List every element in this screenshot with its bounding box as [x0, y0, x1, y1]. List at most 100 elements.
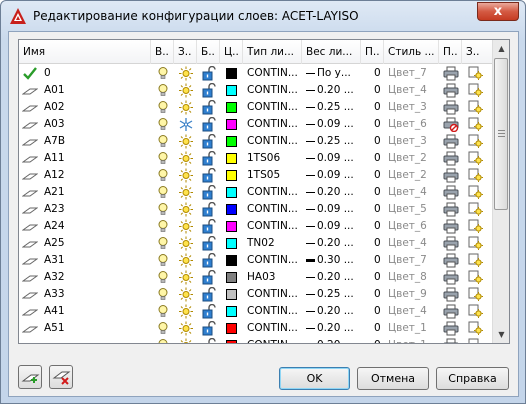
- sun-in-viewport-icon[interactable]: [468, 219, 484, 234]
- sun-in-viewport-icon[interactable]: [468, 168, 484, 183]
- printer-icon[interactable]: [443, 185, 459, 200]
- lineweight-value[interactable]: 0.20 ...: [317, 320, 354, 337]
- ok-button[interactable]: OK: [279, 367, 350, 390]
- layer-sheet-icon[interactable]: [22, 117, 38, 132]
- color-swatch[interactable]: [226, 68, 237, 79]
- transparency-value[interactable]: 0: [374, 133, 381, 150]
- printer-icon[interactable]: [443, 219, 459, 234]
- scroll-up-button[interactable]: ▲: [493, 40, 509, 57]
- transparency-value[interactable]: 0: [374, 218, 381, 235]
- column-header-color[interactable]: Ц..: [220, 40, 243, 64]
- layer-sheet-icon[interactable]: [22, 151, 38, 166]
- color-swatch[interactable]: [226, 119, 237, 130]
- sun-in-viewport-icon[interactable]: [468, 185, 484, 200]
- printer-icon[interactable]: [443, 270, 459, 285]
- column-header-lock[interactable]: Б..: [197, 40, 220, 64]
- lineweight-value[interactable]: 0.20 ...: [317, 269, 354, 286]
- layer-sheet-icon[interactable]: [22, 338, 38, 344]
- sun-icon[interactable]: [178, 304, 194, 319]
- lightbulb-icon[interactable]: [155, 185, 171, 200]
- column-header-freeze[interactable]: З..: [174, 40, 197, 64]
- transparency-value[interactable]: 0: [374, 269, 381, 286]
- printer-no-plot-icon[interactable]: [443, 117, 459, 132]
- column-header-name[interactable]: Имя: [19, 40, 151, 64]
- sun-in-viewport-icon[interactable]: [468, 117, 484, 132]
- color-swatch[interactable]: [226, 85, 237, 96]
- sun-in-viewport-icon[interactable]: [468, 304, 484, 319]
- lineweight-value[interactable]: 0.09 ...: [317, 167, 354, 184]
- layer-row[interactable]: A51 CONTIN... 0.20 ... 0 Цвет_1: [19, 320, 493, 337]
- lineweight-value[interactable]: 0.09 ...: [317, 150, 354, 167]
- printer-icon[interactable]: [443, 202, 459, 217]
- transparency-value[interactable]: 0: [374, 99, 381, 116]
- lightbulb-icon[interactable]: [155, 100, 171, 115]
- layer-row[interactable]: A25 TN02 0.20 ... 0 Цвет_4: [19, 235, 493, 252]
- open-padlock-icon[interactable]: [201, 83, 217, 98]
- sun-in-viewport-icon[interactable]: [468, 338, 484, 344]
- snowflake-icon[interactable]: [178, 117, 194, 132]
- lineweight-value[interactable]: 0.25 ...: [317, 286, 354, 303]
- lightbulb-icon[interactable]: [155, 66, 171, 81]
- sun-in-viewport-icon[interactable]: [468, 83, 484, 98]
- delete-layer-button[interactable]: [49, 365, 73, 389]
- transparency-value[interactable]: 0: [374, 150, 381, 167]
- printer-icon[interactable]: [443, 168, 459, 183]
- sun-icon[interactable]: [178, 338, 194, 344]
- open-padlock-icon[interactable]: [201, 304, 217, 319]
- color-swatch[interactable]: [226, 255, 237, 266]
- layer-sheet-icon[interactable]: [22, 236, 38, 251]
- scroll-thumb[interactable]: [494, 58, 508, 210]
- printer-icon[interactable]: [443, 338, 459, 344]
- linetype-value[interactable]: CONTIN...: [247, 286, 298, 303]
- transparency-value[interactable]: 0: [374, 201, 381, 218]
- lightbulb-icon[interactable]: [155, 219, 171, 234]
- layer-sheet-icon[interactable]: [22, 321, 38, 336]
- printer-icon[interactable]: [443, 304, 459, 319]
- layer-sheet-icon[interactable]: [22, 202, 38, 217]
- layer-row[interactable]: A24 CONTIN... 0.09 ... 0 Цвет_6: [19, 218, 493, 235]
- printer-icon[interactable]: [443, 83, 459, 98]
- sun-icon[interactable]: [178, 236, 194, 251]
- layer-sheet-icon[interactable]: [22, 100, 38, 115]
- lineweight-value[interactable]: 0.20 ...: [317, 235, 354, 252]
- layer-sheet-icon[interactable]: [22, 270, 38, 285]
- layer-sheet-icon[interactable]: [22, 83, 38, 98]
- printer-icon[interactable]: [443, 321, 459, 336]
- color-swatch[interactable]: [226, 170, 237, 181]
- lightbulb-icon[interactable]: [155, 83, 171, 98]
- linetype-value[interactable]: CONTIN...: [247, 201, 298, 218]
- printer-icon[interactable]: [443, 134, 459, 149]
- color-swatch[interactable]: [226, 238, 237, 249]
- color-swatch[interactable]: [226, 204, 237, 215]
- column-header-linetype[interactable]: Тип ли...: [243, 40, 302, 64]
- lineweight-value[interactable]: 0.20 ...: [317, 184, 354, 201]
- column-header-plotstyle[interactable]: Стиль ...: [384, 40, 439, 64]
- open-padlock-icon[interactable]: [201, 100, 217, 115]
- sun-icon[interactable]: [178, 202, 194, 217]
- lineweight-value[interactable]: 0.30 ...: [317, 252, 354, 269]
- layer-row[interactable]: A23 CONTIN... 0.09 ... 0 Цвет_5: [19, 201, 493, 218]
- scroll-down-button[interactable]: ▼: [493, 326, 509, 343]
- open-padlock-icon[interactable]: [201, 219, 217, 234]
- layer-sheet-icon[interactable]: [22, 134, 38, 149]
- layer-sheet-icon[interactable]: [22, 168, 38, 183]
- sun-icon[interactable]: [178, 66, 194, 81]
- printer-icon[interactable]: [443, 253, 459, 268]
- sun-in-viewport-icon[interactable]: [468, 236, 484, 251]
- layer-row[interactable]: CONTIN... 0.20 ... 0 Цвет_1: [19, 337, 493, 344]
- linetype-value[interactable]: CONTIN...: [247, 303, 298, 320]
- sun-in-viewport-icon[interactable]: [468, 253, 484, 268]
- lineweight-value[interactable]: 0.20 ...: [317, 303, 354, 320]
- linetype-value[interactable]: CONTIN...: [247, 116, 298, 133]
- help-button[interactable]: Справка: [436, 367, 509, 390]
- linetype-value[interactable]: HA03: [247, 269, 275, 286]
- layer-sheet-icon[interactable]: [22, 287, 38, 302]
- printer-icon[interactable]: [443, 151, 459, 166]
- open-padlock-icon[interactable]: [201, 117, 217, 132]
- open-padlock-icon[interactable]: [201, 338, 217, 344]
- transparency-value[interactable]: 0: [374, 303, 381, 320]
- transparency-value[interactable]: 0: [374, 252, 381, 269]
- layer-row[interactable]: A32 HA03 0.20 ... 0 Цвет_8: [19, 269, 493, 286]
- layer-row[interactable]: A33 CONTIN... 0.25 ... 0 Цвет_9: [19, 286, 493, 303]
- linetype-value[interactable]: CONTIN...: [247, 65, 298, 82]
